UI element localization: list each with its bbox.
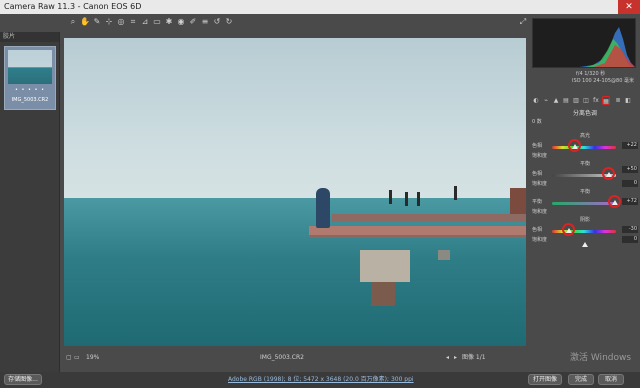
camera-info: f/4 1/320 秒 ISO 100 24-105@80 毫米 (532, 70, 636, 94)
profile-row: 0 数 (532, 118, 638, 125)
windows-activation-watermark: 激活 Windows (570, 353, 632, 363)
balance-value[interactable]: +50 (622, 166, 638, 173)
balance2-annotation-circle (608, 195, 621, 208)
balance2-sat-row: 饱和度 (532, 209, 548, 215)
highlights-sat-label: 饱和度 (532, 153, 548, 159)
shadows-hue-value[interactable]: -30 (622, 226, 638, 233)
zoom-level[interactable]: 19% (86, 352, 99, 364)
hsl-tab-icon[interactable]: ▤ (562, 96, 570, 105)
snapshots-tab-icon[interactable]: ◧ (624, 96, 632, 105)
single-view-icon[interactable]: ▢ (66, 352, 72, 364)
effects-tab-icon[interactable]: fx (592, 96, 600, 105)
photo-railing (510, 188, 526, 214)
next-image-icon[interactable]: ▸ (454, 352, 457, 364)
filmstrip-thumbnail[interactable]: • • • • • IMG_5003.CR2 (4, 46, 56, 110)
tone-curve-tab-icon[interactable]: ⌁ (542, 96, 550, 105)
balance2-label: 平衡 (579, 189, 590, 195)
cancel-button[interactable]: 取消 (598, 374, 624, 385)
workflow-options-link[interactable]: Adobe RGB (1998); 8 位; 5472 x 3648 (20.0… (228, 372, 414, 388)
preview-filename: IMG_5003.CR2 (260, 354, 304, 361)
presets-tab-icon[interactable]: ≣ (614, 96, 622, 105)
page-indicator: 图像 1/1 (462, 354, 486, 361)
photo-lamp (405, 192, 408, 206)
shadows-sat-label: 饱和度 (532, 237, 548, 243)
view-bar: ▢ ▭ 19% IMG_5003.CR2 ◂ ▸ 图像 1/1 (64, 352, 526, 364)
save-image-button[interactable]: 存储图像... (4, 374, 42, 385)
crop-icon[interactable]: ⌗ (128, 16, 138, 28)
straighten-icon[interactable]: ⊿ (140, 16, 150, 28)
split-toning-tab-icon[interactable]: ▥ (572, 96, 580, 105)
photo-pier-back (332, 214, 526, 222)
rotate-left-icon[interactable]: ↺ (212, 16, 222, 28)
balance2-slider[interactable] (552, 202, 616, 205)
lens-tab-icon[interactable]: ◫ (582, 96, 590, 105)
panel-tabs: ◐ ⌁ ▲ ▤ ▥ ◫ fx ▦ ≣ ◧ (530, 96, 640, 106)
highlight-annotation-circle (568, 139, 581, 152)
spot-removal-icon[interactable]: ✱ (164, 16, 174, 28)
panel-section-title: 分离色调 (572, 110, 597, 117)
image-preview[interactable] (64, 38, 526, 346)
lens-info: ISO 100 24-105@80 毫米 (572, 78, 634, 84)
highlights-hue-value[interactable]: +22 (622, 142, 638, 149)
compare-view-icon[interactable]: ▭ (74, 352, 80, 364)
balance-annotation-circle (602, 167, 615, 180)
zoom-icon[interactable]: ⌕ (68, 16, 78, 28)
split-toning-active-tab-icon[interactable]: ▦ (602, 96, 610, 105)
red-eye-icon[interactable]: ◉ (176, 16, 186, 28)
histogram (532, 18, 636, 68)
balance-sat-value[interactable]: 0 (622, 180, 638, 187)
preferences-icon[interactable]: ≡ (200, 16, 210, 28)
photo-lamp (389, 190, 392, 204)
shadows-sat-knob[interactable] (582, 242, 588, 247)
shadows-label: 阴影 (579, 217, 590, 223)
highlights-hue-slider[interactable] (552, 146, 616, 149)
filmstrip-header: 胶片 (0, 32, 59, 42)
photo-pier-post (360, 250, 410, 282)
hand-icon[interactable]: ✋ (80, 16, 90, 28)
shadows-hue-label: 色相 (532, 227, 543, 233)
rotate-right-icon[interactable]: ↻ (224, 16, 234, 28)
open-image-button[interactable]: 打开图像 (528, 374, 562, 385)
balance2-value[interactable]: +72 (622, 198, 638, 205)
highlights-label: 高光 (579, 133, 590, 139)
adjustments-panel: f/4 1/320 秒 ISO 100 24-105@80 毫米 ◐ ⌁ ▲ ▤… (530, 14, 640, 372)
detail-tab-icon[interactable]: ▲ (552, 96, 560, 105)
rating-stars[interactable]: • • • • • (5, 87, 55, 93)
basic-tab-icon[interactable]: ◐ (532, 96, 540, 105)
photo-pier-support (438, 250, 450, 260)
done-button[interactable]: 完成 (568, 374, 594, 385)
shadows-sat-value[interactable]: 0 (622, 236, 638, 243)
highlights-sat-row: 饱和度 (532, 152, 638, 159)
filmstrip: 胶片 • • • • • IMG_5003.CR2 (0, 32, 60, 372)
highlights-hue-label: 色相 (532, 143, 543, 149)
photo-pier-deck (309, 226, 526, 238)
fullscreen-icon[interactable]: ⤢ (518, 16, 528, 28)
photo-person (316, 188, 330, 228)
close-button[interactable]: ✕ (618, 0, 640, 14)
transform-icon[interactable]: ▭ (152, 16, 162, 28)
photo-sky (64, 38, 526, 202)
brush-icon[interactable]: ✐ (188, 16, 198, 28)
window-title: Camera Raw 11.3 - Canon EOS 6D (4, 2, 142, 11)
prev-image-icon[interactable]: ◂ (446, 352, 449, 364)
white-balance-icon[interactable]: ✎ (92, 16, 102, 28)
status-bar: 存储图像... Adobe RGB (1998); 8 位; 5472 x 36… (0, 372, 640, 388)
color-sampler-icon[interactable]: ⊹ (104, 16, 114, 28)
shadows-annotation-circle (562, 223, 575, 236)
photo-lamp (454, 186, 457, 200)
title-bar: Camera Raw 11.3 - Canon EOS 6D ✕ (0, 0, 640, 14)
profile-dropdown[interactable]: 0 数 (532, 119, 542, 125)
exposure-info: f/4 1/320 秒 (576, 71, 606, 77)
photo-pier-base (371, 282, 395, 306)
target-adjust-icon[interactable]: ◎ (116, 16, 126, 28)
photo-lamp (417, 192, 420, 206)
thumbnail-filename: IMG_5003.CR2 (11, 97, 49, 103)
thumbnail-image (8, 50, 52, 84)
